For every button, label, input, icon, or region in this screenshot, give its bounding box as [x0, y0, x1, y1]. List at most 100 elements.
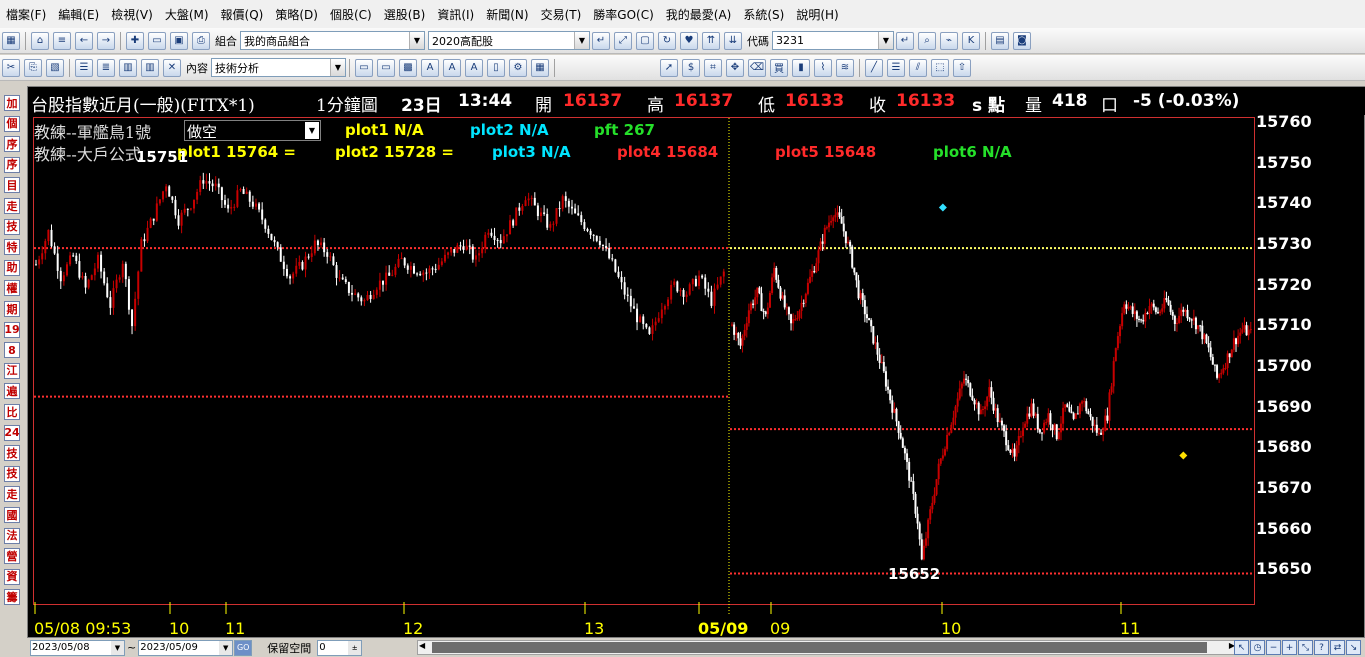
menu-item[interactable]: 報價(Q) — [215, 6, 270, 23]
dollar-icon[interactable]: $ — [682, 58, 700, 77]
new-file-icon[interactable]: ✚ — [126, 31, 144, 50]
print-icon[interactable]: ⎙ — [192, 31, 210, 50]
quick-button[interactable]: 營 — [4, 548, 20, 565]
quick-button[interactable]: 8 — [4, 342, 20, 359]
cursor-icon[interactable]: ➚ — [660, 58, 678, 77]
stock-group-select[interactable]: 2020高配股 ▼ — [428, 31, 590, 50]
chevron-down-icon[interactable]: ▼ — [305, 122, 319, 139]
quick-button[interactable]: 加 — [4, 95, 20, 111]
split-vertical-icon[interactable]: ▥ — [119, 58, 137, 77]
channel-icon[interactable]: ⫽ — [909, 58, 927, 77]
down-double-icon[interactable]: ⇊ — [724, 31, 742, 50]
quick-button[interactable]: 技 — [4, 445, 20, 462]
quick-button[interactable]: 助 — [4, 259, 20, 276]
menu-item[interactable]: 我的最愛(A) — [660, 6, 738, 23]
quick-button[interactable]: 國 — [4, 507, 20, 523]
home-icon[interactable]: ⌂ — [31, 31, 49, 50]
portfolio-select[interactable]: 我的商品組合 ▼ — [240, 31, 425, 50]
quick-button[interactable]: 24 — [4, 424, 20, 441]
scroll-start-icon[interactable]: ↖ — [1234, 640, 1249, 655]
text-format-icon[interactable]: A — [465, 58, 483, 77]
go-button[interactable]: GO — [234, 639, 253, 656]
enter-icon[interactable]: ↵ — [896, 31, 914, 50]
quick-button[interactable]: 法 — [4, 527, 20, 544]
chevron-down-icon[interactable]: ▼ — [111, 640, 124, 655]
columns-icon[interactable]: ▥ — [141, 58, 159, 77]
chart-horizontal-scrollbar[interactable]: ◀ ▶ — [417, 640, 1237, 655]
k-chart-icon[interactable]: K — [962, 31, 980, 50]
menu-item[interactable]: 個股(C) — [324, 6, 378, 23]
quick-button[interactable]: 期 — [4, 301, 20, 317]
zoom-window-icon[interactable]: ⬚ — [931, 58, 949, 77]
menu-item[interactable]: 系統(S) — [737, 6, 790, 23]
help-icon[interactable]: ? — [1314, 640, 1329, 655]
crop-icon[interactable]: ⌗ — [704, 58, 722, 77]
quick-button[interactable]: 權 — [4, 280, 20, 297]
end-date-select[interactable]: 2023/05/09 ▼ — [138, 639, 234, 656]
chevron-down-icon[interactable]: ▼ — [409, 32, 424, 49]
line-tool-icon[interactable]: ╱ — [865, 58, 883, 77]
quick-button[interactable]: 資 — [4, 568, 20, 585]
fibonacci-icon[interactable]: ☰ — [887, 58, 905, 77]
save-icon[interactable]: ▣ — [170, 31, 188, 50]
expand-icon[interactable]: ⤢ — [614, 31, 632, 50]
quick-button[interactable]: 遍 — [4, 383, 20, 400]
zoom-out-icon[interactable]: − — [1266, 640, 1281, 655]
refresh-icon[interactable]: ↻ — [658, 31, 676, 50]
direction-select[interactable]: 做空 ▼ — [184, 120, 321, 141]
text-plus-icon[interactable]: A — [443, 58, 461, 77]
quick-button[interactable]: 個 — [4, 115, 20, 132]
cut-icon[interactable]: ✂ — [2, 58, 20, 77]
quick-button[interactable]: 19 — [4, 321, 20, 338]
menu-item[interactable]: 資訊(I) — [431, 6, 480, 23]
scroll-end-icon[interactable]: ↘ — [1346, 640, 1361, 655]
menu-item[interactable]: 勝率GO(C) — [587, 6, 660, 23]
chart-icon[interactable]: ⌁ — [940, 31, 958, 50]
panel-icon[interactable]: ▯ — [487, 58, 505, 77]
pattern-icon[interactable]: ≋ — [836, 58, 854, 77]
paste-icon[interactable]: ▧ — [46, 58, 64, 77]
settings-icon[interactable]: ⚙ — [509, 58, 527, 77]
back-icon[interactable]: ← — [75, 31, 93, 50]
reserve-space-spinner[interactable]: 0 ± — [317, 639, 363, 656]
chevron-down-icon[interactable]: ▼ — [219, 640, 233, 655]
stock-code-input[interactable]: 3231 ▼ — [772, 31, 894, 50]
grid-icon[interactable]: ▦ — [531, 58, 549, 77]
quick-button[interactable]: 特 — [4, 239, 20, 256]
move-icon[interactable]: ✥ — [726, 58, 744, 77]
clock-icon[interactable]: ◷ — [1250, 640, 1265, 655]
palette-icon[interactable]: ▩ — [399, 58, 417, 77]
start-date-select[interactable]: 2023/05/08 ▼ — [30, 639, 125, 656]
quick-button[interactable]: 比 — [4, 404, 20, 420]
forward-icon[interactable]: → — [97, 31, 115, 50]
text-tool-icon[interactable]: A — [421, 58, 439, 77]
bar-chart-icon[interactable]: ▮ — [792, 58, 810, 77]
camera-icon[interactable]: ◙ — [1013, 31, 1031, 50]
eraser-icon[interactable]: ⌫ — [748, 58, 766, 77]
indicator-icon[interactable]: ▭ — [355, 58, 373, 77]
quick-button[interactable]: 走 — [4, 486, 20, 503]
report-icon[interactable]: ▤ — [991, 31, 1009, 50]
fit-icon[interactable]: ⤡ — [1298, 640, 1313, 655]
close-window-icon[interactable]: ✕ — [163, 58, 181, 77]
menu-item[interactable]: 選股(B) — [378, 6, 432, 23]
quick-button[interactable]: 序 — [4, 156, 20, 173]
sync-icon[interactable]: ⇄ — [1330, 640, 1345, 655]
quick-button[interactable]: 走 — [4, 198, 20, 214]
layout-grid-icon[interactable]: ▦ — [2, 31, 20, 50]
analysis-select[interactable]: 技術分析 ▼ — [211, 58, 346, 77]
menu-item[interactable]: 大盤(M) — [159, 6, 215, 23]
favorite-heart-icon[interactable]: ♥ — [680, 31, 698, 50]
chevron-down-icon[interactable]: ▼ — [878, 32, 893, 49]
chevron-down-icon[interactable]: ▼ — [330, 59, 345, 76]
menu-item[interactable]: 策略(D) — [269, 6, 324, 23]
search-icon[interactable]: ⌕ — [918, 31, 936, 50]
quick-button[interactable]: 技 — [4, 218, 20, 235]
enter-icon[interactable]: ↵ — [592, 31, 610, 50]
arrow-up-icon[interactable]: ⇧ — [953, 58, 971, 77]
quick-button[interactable]: 目 — [4, 177, 20, 194]
menu-item[interactable]: 編輯(E) — [52, 6, 105, 23]
menu-item[interactable]: 說明(H) — [790, 6, 844, 23]
template-icon[interactable]: ▭ — [377, 58, 395, 77]
quick-button[interactable]: 序 — [4, 136, 20, 153]
